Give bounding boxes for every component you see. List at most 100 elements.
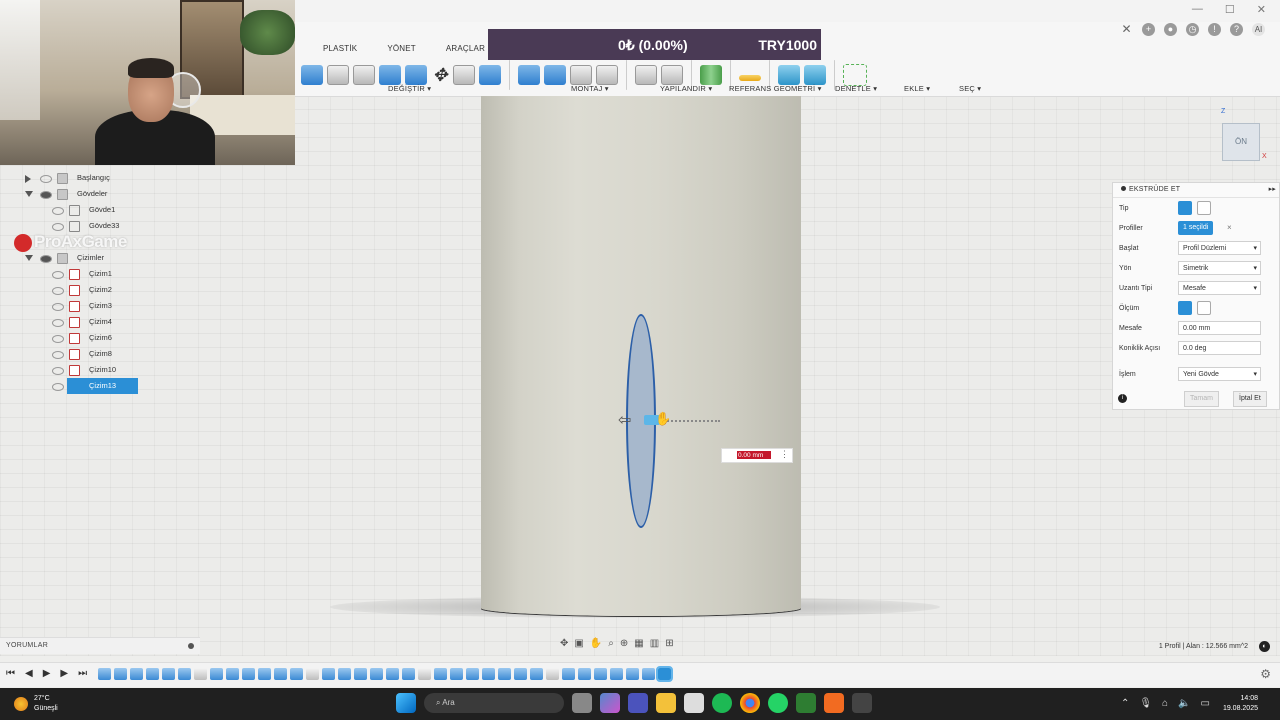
taper-angle-field[interactable]: 0.0 deg	[1178, 341, 1261, 355]
measure-whole-icon[interactable]	[1197, 301, 1211, 315]
collapse-icon[interactable]	[25, 255, 33, 261]
viewports-icon[interactable]: ⊞	[665, 638, 673, 652]
grid-settings-icon[interactable]: ▥	[650, 638, 659, 652]
feature-icon[interactable]	[530, 668, 543, 680]
chrome-icon[interactable]	[740, 693, 760, 713]
tree-item-govde1[interactable]: Gövde1	[0, 202, 180, 218]
feature-icon[interactable]	[418, 668, 431, 680]
battery-icon[interactable]: ▭	[1201, 698, 1210, 709]
feature-icon[interactable]	[466, 668, 479, 680]
press-pull-icon[interactable]	[301, 65, 323, 85]
feature-icon[interactable]	[306, 668, 319, 680]
tree-item-cizim4[interactable]: Çizim4	[0, 314, 180, 330]
expand-panel-icon[interactable]: ▸▸	[1269, 183, 1276, 197]
store-icon[interactable]	[684, 693, 704, 713]
feature-icon[interactable]	[594, 668, 607, 680]
teams-icon[interactable]	[628, 693, 648, 713]
zoom-icon[interactable]: ⌕	[608, 638, 614, 652]
close-tab-icon[interactable]: ✕	[1120, 23, 1133, 36]
feature-icon[interactable]	[626, 668, 639, 680]
tab-araclar[interactable]: ARAÇLAR	[446, 44, 485, 53]
measure-icon[interactable]	[739, 75, 761, 81]
eye-icon[interactable]	[40, 255, 52, 263]
go-to-start-icon[interactable]: ⏮	[6, 668, 15, 679]
configure-table-icon[interactable]	[661, 65, 683, 85]
shell-icon[interactable]	[379, 65, 401, 85]
weather-widget[interactable]: 27°C Güneşli	[14, 694, 58, 714]
group-ekle[interactable]: EKLE ▾	[904, 84, 930, 93]
group-referans-geometri[interactable]: REFERANS GEOMETRİ ▾	[729, 84, 822, 93]
tab-yonet[interactable]: YÖNET	[387, 44, 416, 53]
online-status-icon[interactable]: ●	[1164, 23, 1177, 36]
more-options-icon[interactable]: ⋮	[780, 449, 789, 460]
volume-icon[interactable]: 🔈	[1178, 698, 1190, 709]
tree-item-cizim1[interactable]: Çizim1	[0, 266, 180, 282]
fit-icon[interactable]: ⊕	[620, 638, 628, 652]
start-icon[interactable]	[396, 693, 416, 713]
feature-icon[interactable]	[434, 668, 447, 680]
group-yapilandir[interactable]: YAPILANDIR ▾	[660, 84, 712, 93]
eye-icon[interactable]	[52, 383, 64, 391]
eye-icon[interactable]	[52, 351, 64, 359]
tree-item-cizim10[interactable]: Çizim10	[0, 362, 180, 378]
network-icon[interactable]: ⌂	[1162, 698, 1168, 709]
feature-icon[interactable]	[98, 668, 111, 680]
operation-dropdown[interactable]: Yeni Gövde	[1178, 367, 1261, 382]
tip-surface-icon[interactable]	[1197, 201, 1211, 215]
direction-dropdown[interactable]: Simetrik	[1178, 261, 1261, 276]
parameters-icon[interactable]	[635, 65, 657, 85]
feature-icon[interactable]	[610, 668, 623, 680]
tree-item-cizim13[interactable]: Çizim13	[0, 378, 180, 394]
step-forward-icon[interactable]: ▶	[60, 668, 68, 679]
feature-icon[interactable]	[386, 668, 399, 680]
tree-item-govdeler[interactable]: Gövdeler	[0, 186, 180, 202]
feature-icon[interactable]	[242, 668, 255, 680]
collapse-icon[interactable]	[25, 191, 33, 197]
feature-icon[interactable]	[338, 668, 351, 680]
tree-item-cizim3[interactable]: Çizim3	[0, 298, 180, 314]
feature-icon[interactable]	[450, 668, 463, 680]
eye-icon[interactable]	[52, 335, 64, 343]
group-degistir[interactable]: DEĞİŞTİR ▾	[388, 84, 431, 93]
insert-derive-icon[interactable]	[778, 65, 800, 85]
feature-icon[interactable]	[130, 668, 143, 680]
help-icon[interactable]: ?	[1230, 23, 1243, 36]
close-window-icon[interactable]: ✕	[1257, 3, 1266, 16]
eye-icon[interactable]	[40, 191, 52, 199]
eye-icon[interactable]	[52, 303, 64, 311]
profiles-selection-button[interactable]: 1 seçildi	[1178, 221, 1214, 235]
go-to-end-icon[interactable]: ⏭	[78, 668, 87, 679]
copilot-icon[interactable]	[600, 693, 620, 713]
feature-icon[interactable]	[482, 668, 495, 680]
new-component-icon[interactable]	[518, 65, 540, 85]
timeline-settings-icon[interactable]: ⚙	[1260, 667, 1271, 681]
fusion-icon[interactable]	[824, 693, 844, 713]
group-sec[interactable]: SEÇ ▾	[959, 84, 981, 93]
distance-input[interactable]	[737, 451, 771, 459]
eye-icon[interactable]	[52, 271, 64, 279]
whatsapp-icon[interactable]	[768, 693, 788, 713]
status-toggle-icon[interactable]: ◐	[1259, 641, 1270, 652]
feature-icon[interactable]	[578, 668, 591, 680]
tree-item-cizimler[interactable]: Çizimler	[0, 250, 180, 266]
feature-icon[interactable]	[370, 668, 383, 680]
eye-icon[interactable]	[40, 175, 52, 183]
feature-icon[interactable]	[354, 668, 367, 680]
joint-origin-icon[interactable]	[596, 65, 618, 85]
pan-icon[interactable]: ✋	[590, 638, 602, 652]
clear-selection-icon[interactable]: ×	[1227, 223, 1232, 232]
insert-image-icon[interactable]	[804, 65, 826, 85]
ok-button[interactable]: Tamam	[1184, 391, 1219, 407]
as-built-joint-icon[interactable]	[570, 65, 592, 85]
align-icon[interactable]	[453, 65, 475, 85]
spotify-icon[interactable]	[712, 693, 732, 713]
maximize-icon[interactable]: ☐	[1225, 3, 1235, 16]
measure-symmetric-icon[interactable]	[1178, 301, 1192, 315]
step-back-icon[interactable]: ◀	[25, 668, 33, 679]
file-explorer-icon[interactable]	[656, 693, 676, 713]
feature-icon[interactable]	[546, 668, 559, 680]
add-comment-icon[interactable]	[188, 643, 194, 649]
minimize-icon[interactable]: —	[1192, 3, 1203, 16]
fillet-icon[interactable]	[327, 65, 349, 85]
feature-icon[interactable]	[274, 668, 287, 680]
